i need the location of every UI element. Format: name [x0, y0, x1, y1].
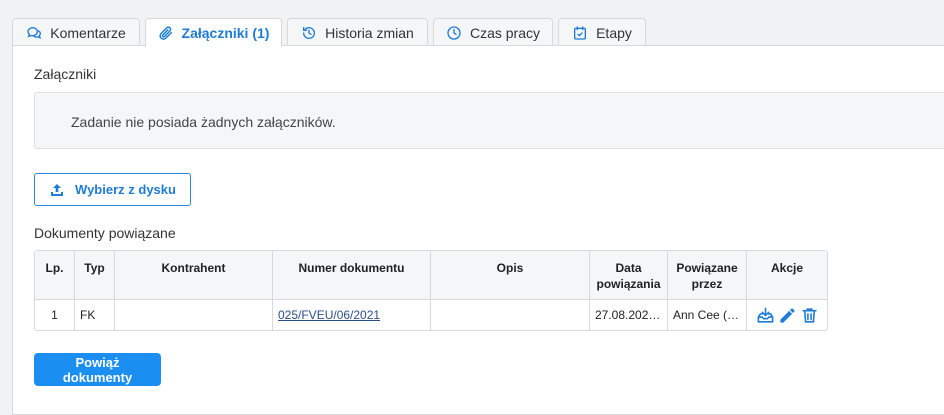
paperclip-icon [158, 26, 172, 40]
link-documents-label: Powiąż dokumenty [62, 354, 133, 385]
attachments-empty-box: Zadanie nie posiada żadnych załączników. [34, 92, 944, 149]
comments-icon [27, 26, 42, 39]
attachments-heading: Załączniki [34, 66, 97, 82]
tab-history[interactable]: Historia zmian [287, 18, 428, 46]
tab-label: Czas pracy [469, 24, 541, 41]
tab-attachments[interactable]: Załączniki (1) [145, 18, 282, 47]
document-number-link[interactable]: 025/FVEU/06/2021 [278, 308, 380, 322]
tab-label: Etapy [596, 24, 632, 41]
column-header-description[interactable]: Opis [431, 251, 590, 300]
tab-work-time[interactable]: Czas pracy [433, 18, 553, 46]
link-documents-button[interactable]: Powiąż dokumenty [34, 353, 161, 386]
table-header-row: Lp. Typ Kontrahent Numer dokumentu Opis … [35, 251, 827, 300]
history-icon [303, 26, 316, 39]
related-documents-table: Lp. Typ Kontrahent Numer dokumentu Opis … [34, 250, 828, 331]
table-row: 1 FK 025/FVEU/06/2021 27.08.2021... Ann … [35, 300, 827, 330]
cell-actions [747, 300, 827, 330]
pencil-icon[interactable] [778, 306, 797, 325]
tab-comments[interactable]: Komentarze [12, 18, 140, 46]
cell-lp: 1 [35, 300, 75, 330]
upload-icon [51, 183, 64, 196]
tab-label: Komentarze [50, 24, 126, 41]
column-header-contractor[interactable]: Kontrahent [115, 251, 273, 300]
cell-link-date: 27.08.2021... [590, 300, 668, 330]
column-header-actions: Akcje [747, 251, 827, 300]
cell-document-number: 025/FVEU/06/2021 [273, 300, 431, 330]
related-documents-heading: Dokumenty powiązane [34, 225, 176, 241]
trash-icon[interactable] [800, 306, 819, 325]
column-header-linked-by[interactable]: Powiązane przez [668, 251, 747, 300]
choose-from-disk-button[interactable]: Wybierz z dysku [34, 173, 191, 206]
tab-label: Historia zmian [325, 24, 414, 41]
cell-description [431, 300, 590, 330]
cell-contractor [115, 300, 273, 330]
attachments-empty-text: Zadanie nie posiada żadnych załączników. [71, 114, 336, 130]
column-header-lp[interactable]: Lp. [35, 251, 75, 300]
tab-label: Załączniki (1) [181, 25, 270, 41]
cell-linked-by: Ann Cee (a... [668, 300, 747, 330]
cell-type: FK [75, 300, 115, 330]
choose-from-disk-label: Wybierz z dysku [75, 182, 176, 197]
column-header-link-date[interactable]: Data powiązania [590, 251, 668, 300]
column-header-type[interactable]: Typ [75, 251, 115, 300]
row-actions [752, 306, 822, 325]
clock-icon [447, 25, 461, 40]
column-header-document-number[interactable]: Numer dokumentu [273, 251, 431, 300]
download-inbox-icon[interactable] [756, 306, 775, 325]
tab-bar: Komentarze Załączniki (1) Historia zmian… [0, 0, 944, 47]
tab-stages[interactable]: Etapy [558, 18, 646, 46]
calendar-check-icon [574, 25, 587, 40]
